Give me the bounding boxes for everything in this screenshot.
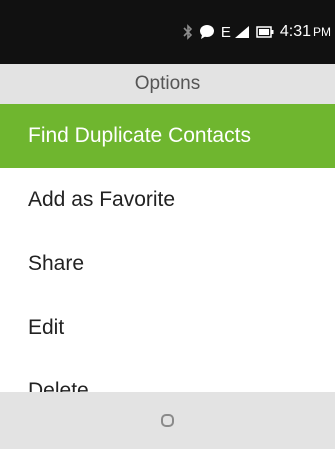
menu-item-edit[interactable]: Edit [0,296,335,360]
menu-item-label: Add as Favorite [28,188,176,211]
bluetooth-icon [183,24,193,40]
chat-bubble-icon [199,24,215,40]
clock-ampm: PM [313,25,331,39]
phone-screen: E 4:31 PM Options Find Duplicate Contact… [0,0,335,449]
menu-item-label: Delete [28,379,89,392]
page-title: Options [134,73,201,94]
menu-item-label: Edit [28,316,65,339]
menu-item-label: Find Duplicate Contacts [28,124,251,147]
home-circle-icon[interactable] [161,414,174,427]
menu-item-share[interactable]: Share [0,232,335,296]
options-menu: Find Duplicate Contacts Add as Favorite … [0,104,335,392]
battery-icon [256,25,274,39]
menu-item-find-duplicate-contacts[interactable]: Find Duplicate Contacts [0,104,335,168]
network-type-label: E [220,23,231,41]
signal-icon [234,25,250,39]
options-header: Options [0,64,335,104]
menu-item-label: Share [28,252,85,275]
menu-item-delete[interactable]: Delete [0,360,335,392]
status-bar: E 4:31 PM [0,0,335,64]
menu-item-add-as-favorite[interactable]: Add as Favorite [0,168,335,232]
softkey-bar [0,392,335,449]
clock-time: 4:31 [279,23,311,40]
